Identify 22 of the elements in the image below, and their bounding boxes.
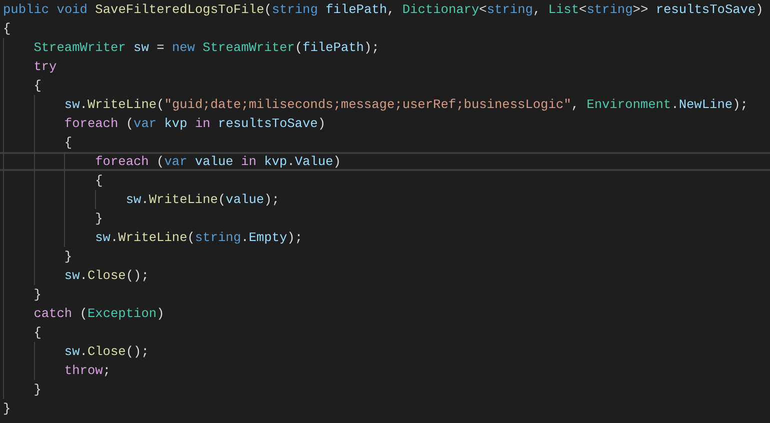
code-line: foreach (var kvp in resultsToSave) — [0, 114, 770, 133]
code-line: { — [0, 323, 770, 342]
code-line: sw.Close(); — [0, 342, 770, 361]
code-line: } — [0, 285, 770, 304]
code-line: } — [0, 380, 770, 399]
code-line: sw.WriteLine("guid;date;miliseconds;message;userRef;businessLogic", Environment.NewLine); — [0, 95, 770, 114]
code-line: sw.WriteLine(string.Empty); — [0, 228, 770, 247]
code-line: { — [2, 20, 12, 38]
code-line: try — [0, 57, 770, 76]
code-line: { — [0, 171, 770, 190]
code-line: foreach (var value in kvp.Value) — [0, 152, 770, 171]
code-line: { — [0, 133, 770, 152]
code-line: public void SaveFilteredLogsToFile(string filePath, Dictionary<string, List<string>> resultsToSave) — [2, 1, 764, 19]
code-line: throw; — [0, 361, 770, 380]
code-line: StreamWriter sw = new StreamWriter(filePath); — [0, 38, 770, 57]
code-line: sw.WriteLine(value); — [0, 190, 770, 209]
code-line: catch (Exception) — [0, 304, 770, 323]
code-line: sw.Close(); — [0, 266, 770, 285]
code-line: { — [0, 76, 770, 95]
code-line: } — [0, 247, 770, 266]
code-line: } — [2, 400, 12, 418]
code-line: } — [0, 209, 770, 228]
